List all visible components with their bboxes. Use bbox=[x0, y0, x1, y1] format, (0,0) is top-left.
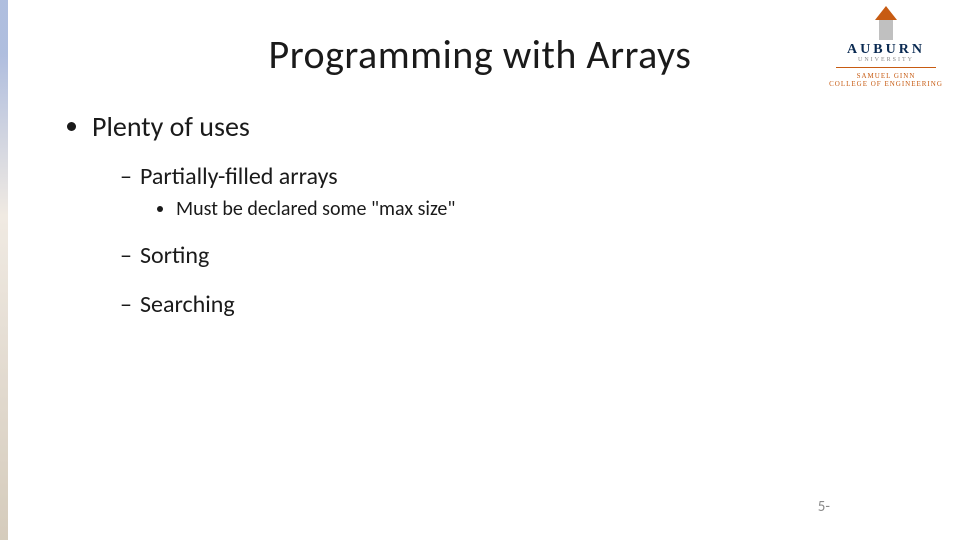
university-logo: AUBURN UNIVERSITY SAMUEL GINN COLLEGE OF… bbox=[826, 6, 946, 89]
bullet-l3a-text: Must be declared some "max size" bbox=[176, 197, 455, 221]
bullet-l2a-text: Partially-filled arrays bbox=[140, 162, 338, 191]
bullet-l2a: Partially-filled arrays Must be declared… bbox=[120, 162, 900, 221]
tower-icon bbox=[875, 6, 897, 40]
page-number: 5- bbox=[818, 498, 830, 516]
bullet-l2b: Sorting bbox=[120, 241, 900, 270]
logo-university-sub: UNIVERSITY bbox=[826, 57, 946, 63]
bullet-l1-text: Plenty of uses bbox=[92, 109, 250, 144]
bullet-l1: Plenty of uses Partially-filled arrays M… bbox=[92, 109, 900, 319]
bullet-list-level3: Must be declared some "max size" bbox=[140, 197, 900, 221]
logo-college-line1: SAMUEL GINN bbox=[826, 72, 946, 80]
slide-title: Programming with Arrays bbox=[60, 30, 900, 79]
logo-college-line2: COLLEGE OF ENGINEERING bbox=[826, 80, 946, 88]
logo-divider bbox=[836, 67, 936, 68]
logo-university-name: AUBURN bbox=[826, 42, 946, 58]
bullet-l2b-text: Sorting bbox=[140, 241, 209, 270]
slide-container: AUBURN UNIVERSITY SAMUEL GINN COLLEGE OF… bbox=[0, 0, 960, 540]
bullet-l2c: Searching bbox=[120, 290, 900, 319]
bullet-l3a: Must be declared some "max size" bbox=[176, 197, 900, 221]
bullet-list-level2: Partially-filled arrays Must be declared… bbox=[92, 162, 900, 319]
bullet-list-level1: Plenty of uses Partially-filled arrays M… bbox=[60, 109, 900, 319]
bullet-l2c-text: Searching bbox=[140, 290, 235, 319]
